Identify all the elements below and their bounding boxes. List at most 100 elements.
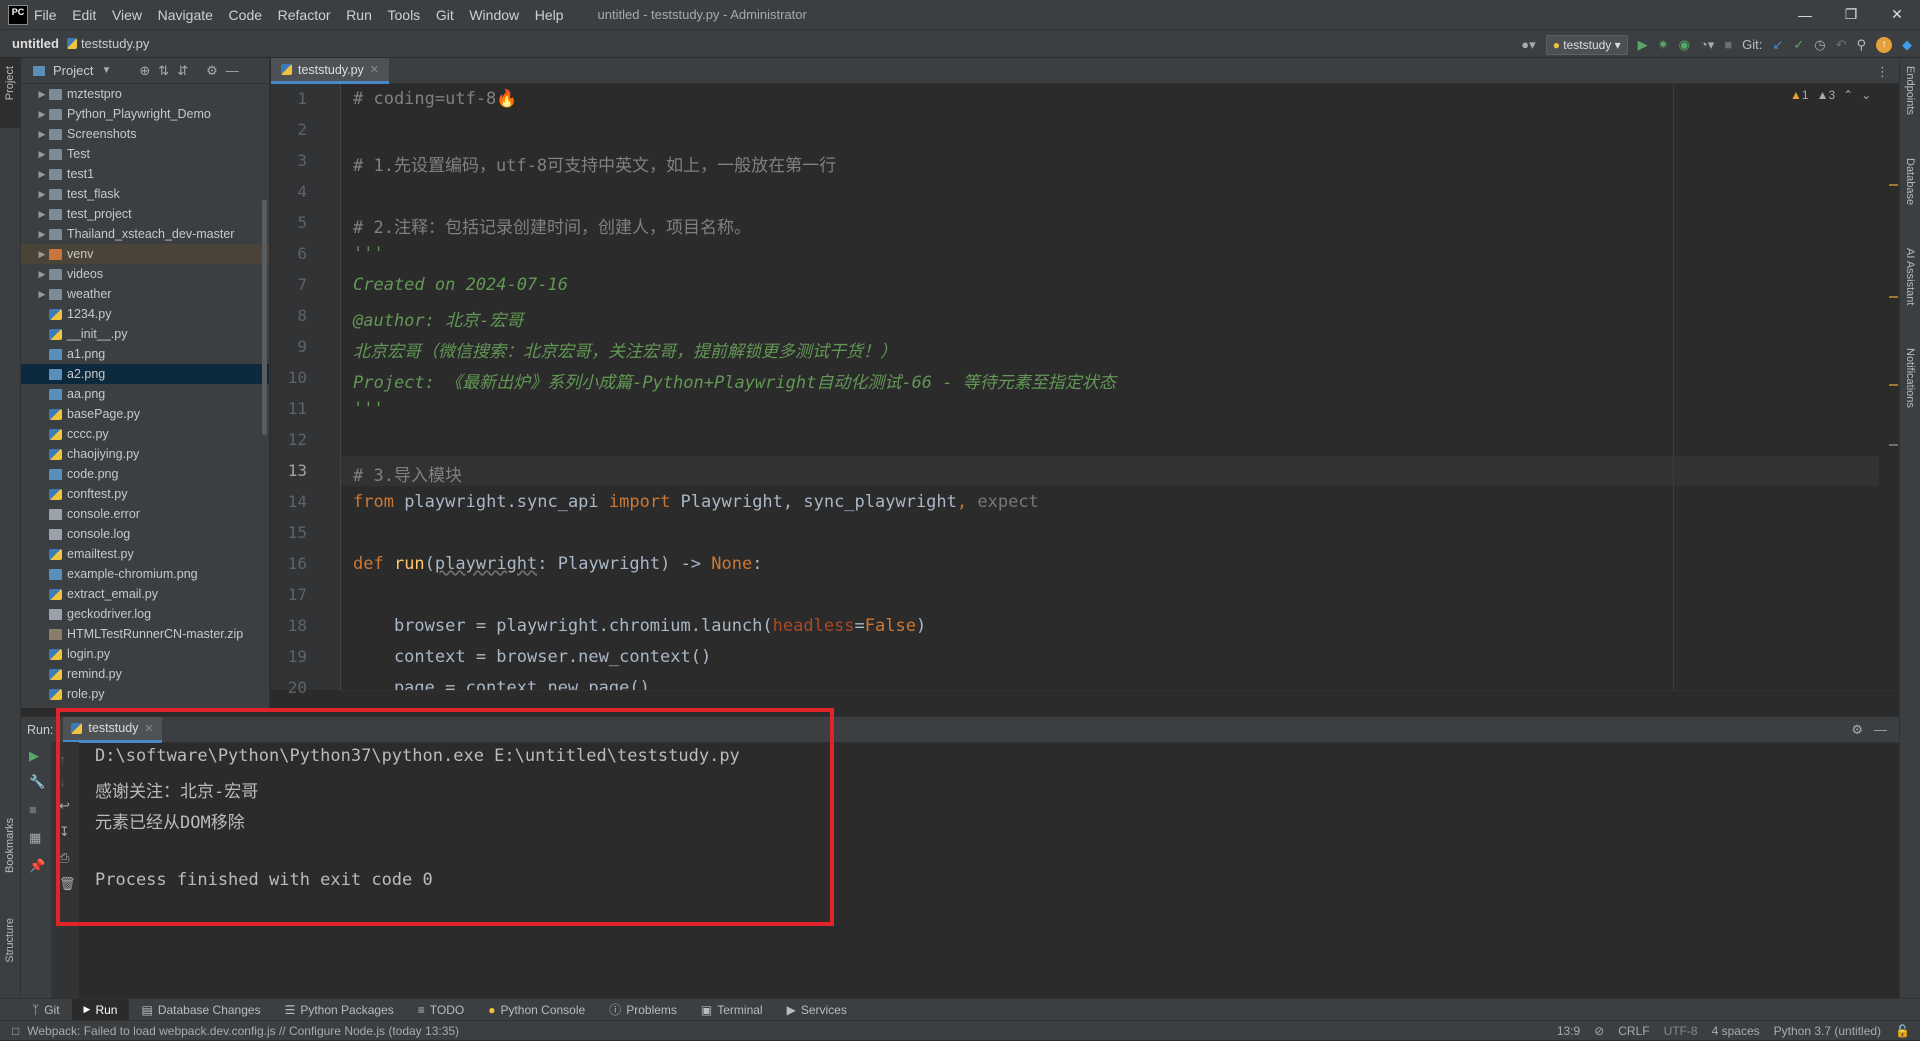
database-tool-label[interactable]: Database (1904, 158, 1916, 205)
tree-item[interactable]: ▶ weather (21, 284, 269, 304)
more-tabs-icon[interactable]: ⋮ (1876, 64, 1889, 80)
file-encoding[interactable]: UTF-8 (1664, 1024, 1698, 1038)
tree-item[interactable]: ▶ videos (21, 264, 269, 284)
code-editor[interactable]: # coding=utf-8🔥 # 1.先设置编码，utf-8可支持中英文，如上… (341, 84, 1879, 690)
expand-all-icon[interactable]: ⇅ (158, 63, 169, 79)
structure-tool-label[interactable]: Structure (4, 918, 16, 963)
chevron-right-icon[interactable]: ▶ (35, 229, 49, 240)
endpoints-tool-label[interactable]: Endpoints (1904, 66, 1916, 115)
chevron-right-icon[interactable]: ▶ (35, 209, 49, 220)
chevron-right-icon[interactable]: ▶ (35, 149, 49, 160)
tool-window-run[interactable]: ▶ Run (71, 998, 130, 1021)
locate-icon[interactable]: ⊕ (139, 63, 150, 79)
git-commit-icon[interactable]: ✓ (1793, 37, 1804, 53)
tool-window-database-changes[interactable]: ▤ Database Changes (129, 999, 272, 1021)
menu-help[interactable]: Help (535, 7, 564, 23)
tool-window-python-console[interactable]: ● Python Console (476, 999, 597, 1021)
breadcrumb-file[interactable]: teststudy.py (81, 36, 149, 51)
error-stripe-mark[interactable] (1889, 184, 1898, 186)
hide-panel-icon[interactable]: — (1874, 722, 1887, 737)
chevron-right-icon[interactable]: ▶ (35, 269, 49, 280)
tree-item[interactable]: example-chromium.png (21, 564, 269, 584)
readonly-icon[interactable]: ⊘ (1594, 1024, 1604, 1038)
menu-file[interactable]: File (34, 7, 57, 23)
run-config-selector[interactable]: ● teststudy ▾ (1545, 34, 1628, 55)
tree-item[interactable]: ▶ test1 (21, 164, 269, 184)
tree-item[interactable]: ▶ mztestpro (21, 84, 269, 104)
tree-item[interactable]: ▶ Test (21, 144, 269, 164)
chevron-right-icon[interactable]: ▶ (35, 169, 49, 180)
layout-icon[interactable]: ▦ (29, 830, 41, 846)
tree-item[interactable]: basePage.py (21, 404, 269, 424)
project-tool-label[interactable]: Project (4, 66, 16, 100)
project-view-selector[interactable]: Project (53, 63, 93, 78)
wrench-icon[interactable]: 🔧 (29, 774, 45, 790)
jetbrains-icon[interactable]: ◆ (1902, 37, 1912, 53)
editor-tab-teststudy[interactable]: teststudy.py ✕ (271, 58, 389, 84)
editor-scrollbar[interactable] (1885, 84, 1899, 690)
prev-highlight-icon[interactable]: ⌃ (1843, 88, 1853, 102)
tree-item[interactable]: ▶ Screenshots (21, 124, 269, 144)
inspection-widget[interactable]: ▲1 ▲3 ⌃ ⌄ (1790, 88, 1871, 102)
tool-window-git[interactable]: ᛉ Git (20, 999, 72, 1021)
tool-window-python-packages[interactable]: ☰ Python Packages (273, 999, 406, 1021)
line-separator[interactable]: CRLF (1618, 1024, 1649, 1038)
stop-icon[interactable]: ■ (29, 802, 37, 817)
tree-item[interactable]: extract_email.py (21, 584, 269, 604)
tree-item[interactable]: chaojiying.py (21, 444, 269, 464)
close-icon[interactable]: ✕ (1874, 0, 1920, 29)
tree-item[interactable]: HTMLTestRunnerCN-master.zip (21, 624, 269, 644)
ai-assistant-tool-label[interactable]: AI Assistant (1904, 248, 1916, 305)
project-scrollbar[interactable] (262, 200, 267, 435)
menu-refactor[interactable]: Refactor (278, 7, 331, 23)
tree-item[interactable]: console.error (21, 504, 269, 524)
chevron-right-icon[interactable]: ▶ (35, 109, 49, 120)
tool-window-services[interactable]: ▶ Services (775, 999, 859, 1021)
chevron-down-icon[interactable]: ▼ (101, 65, 111, 76)
git-rollback-icon[interactable]: ↶ (1836, 37, 1847, 53)
lock-icon[interactable]: 🔓 (1895, 1024, 1910, 1038)
indent-setting[interactable]: 4 spaces (1712, 1024, 1760, 1038)
tree-item[interactable]: __init__.py (21, 324, 269, 344)
tree-item[interactable]: 1234.py (21, 304, 269, 324)
gear-icon[interactable]: ⚙ (1851, 722, 1863, 738)
tree-item[interactable]: a2.png (21, 364, 269, 384)
status-message[interactable]: Webpack: Failed to load webpack.dev.conf… (27, 1024, 459, 1038)
update-icon[interactable]: ↑ (1876, 36, 1892, 53)
rerun-icon[interactable]: ▶ (29, 748, 39, 764)
menu-window[interactable]: Window (469, 7, 519, 23)
tool-window-problems[interactable]: ⓘ Problems (597, 999, 689, 1021)
run-icon[interactable]: ▶ (1638, 37, 1648, 53)
stop-icon[interactable]: ■ (1724, 37, 1732, 52)
tree-item[interactable]: conftest.py (21, 484, 269, 504)
chevron-right-icon[interactable]: ▶ (35, 89, 49, 100)
git-history-icon[interactable]: ◷ (1814, 37, 1825, 53)
close-tab-icon[interactable]: ✕ (370, 63, 379, 76)
chevron-right-icon[interactable]: ▶ (35, 189, 49, 200)
tree-item[interactable]: ▶ test_flask (21, 184, 269, 204)
tree-item[interactable]: login.py (21, 644, 269, 664)
tree-item[interactable]: emailtest.py (21, 544, 269, 564)
tree-item[interactable]: ▶ Python_Playwright_Demo (21, 104, 269, 124)
error-stripe-mark[interactable] (1889, 444, 1898, 446)
menu-git[interactable]: Git (436, 7, 454, 23)
menu-run[interactable]: Run (346, 7, 372, 23)
tree-item[interactable]: ▶ test_project (21, 204, 269, 224)
chevron-right-icon[interactable]: ▶ (35, 249, 49, 260)
next-highlight-icon[interactable]: ⌄ (1861, 88, 1871, 102)
tree-item[interactable]: ▶ venv (21, 244, 269, 264)
minimize-icon[interactable]: — (1782, 0, 1828, 29)
chevron-right-icon[interactable]: ▶ (35, 289, 49, 300)
coverage-icon[interactable]: ◉ (1679, 37, 1690, 53)
collapse-all-icon[interactable]: ⇵ (177, 63, 188, 79)
bookmarks-tool-label[interactable]: Bookmarks (4, 818, 16, 873)
tree-item[interactable]: role.py (21, 684, 269, 704)
hide-panel-icon[interactable]: — (226, 63, 239, 78)
menu-tools[interactable]: Tools (388, 7, 421, 23)
pin-icon[interactable]: 📌 (29, 858, 45, 874)
debug-icon[interactable]: ✷ (1658, 37, 1669, 53)
python-interpreter[interactable]: Python 3.7 (untitled) (1774, 1024, 1881, 1038)
tree-item[interactable]: a1.png (21, 344, 269, 364)
tool-window-todo[interactable]: ≡ TODO (406, 999, 476, 1021)
menu-view[interactable]: View (112, 7, 142, 23)
